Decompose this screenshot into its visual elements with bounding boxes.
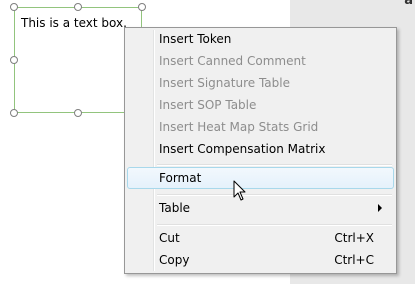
menu-item-insert-compensation-matrix[interactable]: Insert Compensation Matrix <box>127 138 394 160</box>
menu-item-label: Insert SOP Table <box>159 98 257 112</box>
menu-item-label: Format <box>159 171 202 185</box>
resize-handle-top-left-icon[interactable] <box>10 3 18 11</box>
menu-item-label: Cut <box>159 231 180 245</box>
mouse-pointer-icon <box>233 180 246 201</box>
text-box[interactable]: This is a text box. <box>14 7 142 113</box>
menu-item-label: Insert Canned Comment <box>159 54 306 68</box>
menu-item-label: Table <box>159 201 191 215</box>
menu-item-format[interactable]: Format <box>127 167 394 189</box>
text-box-content[interactable]: This is a text box. <box>21 16 127 30</box>
menu-item-table[interactable]: Table <box>127 197 394 219</box>
resize-handle-bottom-center-icon[interactable] <box>74 109 82 117</box>
menu-item-cut[interactable]: Cut Ctrl+X <box>127 227 394 249</box>
menu-item-insert-sop-table[interactable]: Insert SOP Table <box>127 94 394 116</box>
menu-item-insert-signature-table[interactable]: Insert Signature Table <box>127 72 394 94</box>
menu-item-label: Insert Signature Table <box>159 76 290 90</box>
menu-item-insert-heat-map-stats-grid[interactable]: Insert Heat Map Stats Grid <box>127 116 394 138</box>
menu-item-label: Insert Heat Map Stats Grid <box>159 120 319 134</box>
menu-separator <box>157 224 392 226</box>
context-menu: Insert Token Insert Canned Comment Inser… <box>124 27 397 274</box>
resize-handle-middle-left-icon[interactable] <box>10 56 18 64</box>
menu-item-label: Insert Token <box>159 32 232 46</box>
menu-item-label: Copy <box>159 253 190 267</box>
menu-separator <box>157 164 392 166</box>
menu-item-label: Insert Compensation Matrix <box>159 142 326 156</box>
menu-item-insert-canned-comment[interactable]: Insert Canned Comment <box>127 50 394 72</box>
menu-separator <box>157 194 392 196</box>
resize-handle-top-center-icon[interactable] <box>74 3 82 11</box>
menu-item-shortcut: Ctrl+C <box>334 253 374 267</box>
menu-item-copy[interactable]: Copy Ctrl+C <box>127 249 394 271</box>
menu-item-shortcut: Ctrl+X <box>334 231 374 245</box>
resize-handle-bottom-left-icon[interactable] <box>10 109 18 117</box>
resize-handle-top-right-icon[interactable] <box>138 3 146 11</box>
panel-corner-text: a <box>404 0 413 8</box>
menu-item-insert-token[interactable]: Insert Token <box>127 28 394 50</box>
submenu-arrow-icon <box>378 204 382 212</box>
